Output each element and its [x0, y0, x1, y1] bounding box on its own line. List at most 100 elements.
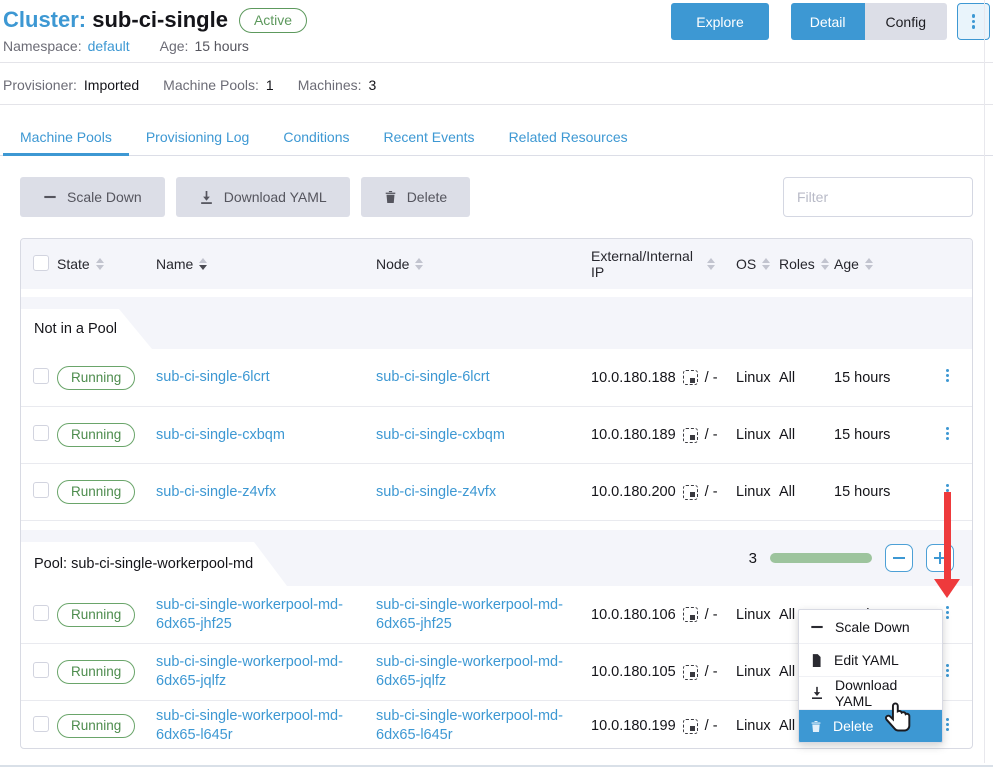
tab-provisioning-log[interactable]: Provisioning Log	[129, 118, 267, 155]
menu-item-delete[interactable]: Delete	[799, 709, 942, 742]
table-row: Running sub-ci-single-cxbqm sub-ci-singl…	[21, 406, 972, 463]
delete-button[interactable]: Delete	[361, 177, 470, 217]
machine-name-link[interactable]: sub-ci-single-workerpool-md-6dx65-jqlfz	[156, 653, 376, 691]
machine-pools-label: Machine Pools:	[163, 77, 259, 93]
col-roles: Roles	[779, 256, 815, 272]
copy-icon[interactable]	[683, 370, 698, 385]
tab-related-resources[interactable]: Related Resources	[492, 118, 645, 155]
row-checkbox[interactable]	[33, 605, 49, 621]
explore-button[interactable]: Explore	[671, 3, 768, 40]
machine-name-link[interactable]: sub-ci-single-cxbqm	[156, 426, 299, 445]
tab-machine-pools[interactable]: Machine Pools	[3, 118, 129, 155]
row-actions-kebab-icon[interactable]	[946, 367, 949, 384]
trash-icon	[384, 190, 397, 204]
row-actions-kebab-icon[interactable]	[946, 662, 949, 679]
age-label: Age:	[160, 38, 189, 54]
row-checkbox[interactable]	[33, 425, 49, 441]
node-link[interactable]: sub-ci-single-6lcrt	[376, 368, 504, 387]
state-badge: Running	[57, 480, 135, 504]
os-value: Linux	[736, 607, 779, 623]
sort-icon[interactable]	[865, 258, 873, 270]
menu-item-label: Download YAML	[835, 677, 931, 709]
scale-down-button[interactable]: Scale Down	[20, 177, 165, 217]
row-actions-kebab-icon[interactable]	[946, 482, 949, 499]
node-link[interactable]: sub-ci-single-cxbqm	[376, 426, 519, 445]
sort-icon[interactable]	[707, 258, 715, 270]
age-value: 15 hours	[194, 38, 248, 54]
internal-ip: / -	[705, 607, 718, 623]
machine-name-link[interactable]: sub-ci-single-workerpool-md-6dx65-l645r	[156, 707, 376, 745]
tab-bar: Machine Pools Provisioning Log Condition…	[0, 118, 993, 156]
header-divider	[0, 62, 993, 63]
row-checkbox[interactable]	[33, 368, 49, 384]
menu-item-label: Scale Down	[835, 619, 910, 635]
download-yaml-label: Download YAML	[224, 189, 327, 205]
table-row: Running sub-ci-single-z4vfx sub-ci-singl…	[21, 463, 972, 520]
page-title: Cluster: sub-ci-single	[3, 7, 228, 33]
namespace-link[interactable]: default	[88, 38, 130, 54]
sort-icon[interactable]	[199, 258, 207, 270]
trash-icon	[810, 720, 822, 733]
copy-icon[interactable]	[683, 719, 698, 734]
group-header-workerpool: Pool: sub-ci-single-workerpool-md 3	[21, 530, 972, 586]
menu-item-scale-down[interactable]: Scale Down	[799, 610, 942, 643]
row-actions-kebab-icon[interactable]	[946, 425, 949, 442]
provisioner-label: Provisioner:	[3, 77, 77, 93]
config-view-button[interactable]: Config	[865, 3, 947, 40]
sort-icon[interactable]	[415, 258, 423, 270]
copy-icon[interactable]	[683, 428, 698, 443]
download-icon	[810, 686, 824, 700]
col-os: OS	[736, 256, 756, 272]
header-actions: Explore Detail Config	[671, 3, 990, 40]
os-value: Linux	[736, 484, 779, 500]
filter-input[interactable]	[783, 177, 973, 217]
age-value: 15 hours	[834, 370, 934, 386]
minus-icon	[810, 620, 824, 634]
machine-name-link[interactable]: sub-ci-single-workerpool-md-6dx65-jhf25	[156, 596, 376, 634]
row-checkbox[interactable]	[33, 716, 49, 732]
pool-scale-down-button[interactable]	[885, 544, 913, 572]
sort-icon[interactable]	[821, 258, 829, 270]
internal-ip: / -	[705, 427, 718, 443]
plus-icon	[934, 552, 946, 564]
machine-name-link[interactable]: sub-ci-single-z4vfx	[156, 483, 290, 502]
node-link[interactable]: sub-ci-single-workerpool-md-6dx65-l645r	[376, 707, 591, 745]
scale-down-label: Scale Down	[67, 189, 142, 205]
menu-item-edit-yaml[interactable]: Edit YAML	[799, 643, 942, 676]
copy-icon[interactable]	[683, 607, 698, 622]
machines-value: 3	[369, 77, 377, 93]
sort-icon[interactable]	[762, 258, 770, 270]
copy-icon[interactable]	[683, 665, 698, 680]
minus-icon	[893, 552, 905, 564]
cluster-meta: Namespace: default Age: 15 hours	[3, 38, 249, 54]
col-ip: External/Internal IP	[591, 248, 701, 280]
select-all-checkbox[interactable]	[33, 255, 49, 271]
row-actions-kebab-icon[interactable]	[946, 604, 949, 621]
table-header-row: State Name Node External/Internal IP OS …	[21, 239, 972, 289]
state-badge: Running	[57, 603, 135, 627]
external-ip: 10.0.180.105	[591, 664, 676, 680]
row-checkbox[interactable]	[33, 662, 49, 678]
detail-view-button[interactable]: Detail	[791, 3, 865, 40]
tab-conditions[interactable]: Conditions	[266, 118, 366, 155]
row-actions-kebab-icon[interactable]	[946, 716, 949, 733]
menu-item-download-yaml[interactable]: Download YAML	[799, 676, 942, 709]
machines-label: Machines:	[298, 77, 362, 93]
pool-scale-up-button[interactable]	[926, 544, 954, 572]
file-icon	[810, 653, 823, 667]
roles-value: All	[779, 370, 834, 386]
download-yaml-button[interactable]: Download YAML	[176, 177, 350, 217]
machine-name-link[interactable]: sub-ci-single-6lcrt	[156, 368, 284, 387]
tab-recent-events[interactable]: Recent Events	[367, 118, 492, 155]
sort-icon[interactable]	[96, 258, 104, 270]
node-link[interactable]: sub-ci-single-workerpool-md-6dx65-jqlfz	[376, 653, 591, 691]
copy-icon[interactable]	[683, 485, 698, 500]
content-right-border	[984, 0, 985, 763]
row-checkbox[interactable]	[33, 482, 49, 498]
node-link[interactable]: sub-ci-single-workerpool-md-6dx65-jhf25	[376, 596, 591, 634]
table-row: Running sub-ci-single-6lcrt sub-ci-singl…	[21, 349, 972, 406]
row-context-menu: Scale Down Edit YAML Download YAML Delet…	[798, 609, 943, 743]
group-title: Pool: sub-ci-single-workerpool-md	[34, 556, 253, 572]
node-link[interactable]: sub-ci-single-z4vfx	[376, 483, 510, 502]
cluster-actions-button[interactable]	[957, 3, 990, 40]
